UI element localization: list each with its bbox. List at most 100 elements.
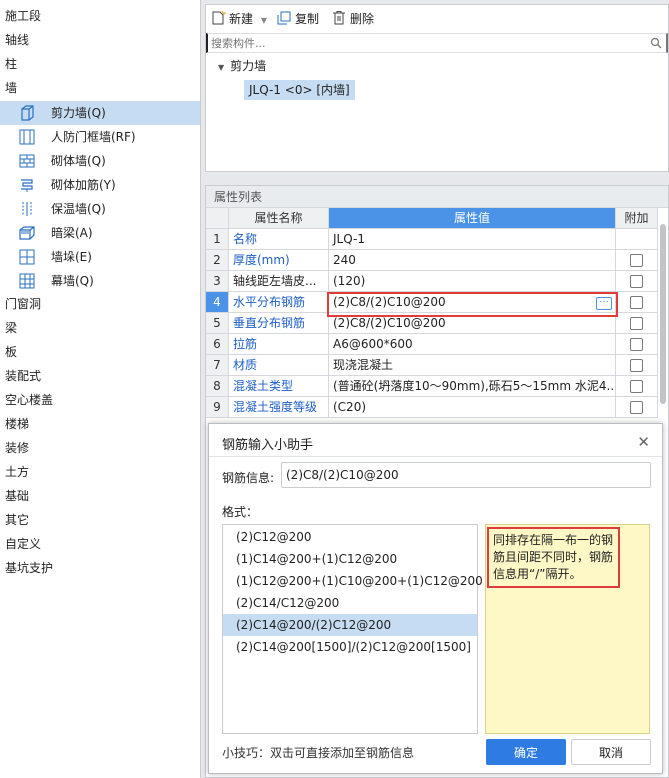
close-icon[interactable]: ✕ [637, 433, 650, 451]
header-property-name: 属性名称 [229, 208, 329, 229]
property-row[interactable]: 9 混凝土强度等级 (C20) [206, 397, 658, 418]
rebar-input-assistant-dialog: 钢筋输入小助手 ✕ 钢筋信息: 格式： (2)C12@200 (1)C14@20… [208, 423, 663, 774]
confirm-button[interactable]: 确定 [486, 739, 566, 765]
format-item[interactable]: (2)C14/C12@200 [223, 592, 477, 614]
nav-item-label: 暗梁(A) [51, 226, 93, 240]
property-name: 水平分布钢筋 [229, 292, 329, 313]
property-name: 拉筋 [229, 334, 329, 355]
property-row[interactable]: 8 混凝土类型 (普通砼(坍落度10～90mm),砾石5～15mm 水泥4... [206, 376, 658, 397]
tree-group-label: 剪力墙 [230, 59, 267, 73]
property-add-cell [616, 355, 658, 376]
property-value[interactable]: (120) [329, 271, 616, 292]
cancel-button[interactable]: 取消 [571, 739, 651, 765]
header-property-value: 属性值 [329, 208, 616, 229]
format-list[interactable]: (2)C12@200 (1)C14@200+(1)C12@200 (1)C12@… [222, 524, 483, 734]
nav-category-beam[interactable]: 梁 [5, 318, 17, 338]
chevron-down-icon[interactable]: ▼ [261, 16, 267, 25]
tip-text: 小技巧：双击可直接添加至钢筋信息 [222, 746, 415, 760]
masonry-reinforcement-icon [21, 179, 33, 192]
format-item[interactable]: (2)C12@200 [223, 526, 477, 548]
property-value[interactable]: 现浇混凝土 [329, 355, 616, 376]
format-label: 格式： [222, 505, 259, 519]
nav-category-construction-section[interactable]: 施工段 [5, 6, 41, 26]
row-number: 2 [206, 250, 229, 271]
property-value[interactable]: JLQ-1 [329, 229, 616, 250]
row-number: 7 [206, 355, 229, 376]
tree-item-jlq-1[interactable]: JLQ-1 <0> [内墙] [244, 80, 355, 100]
property-value[interactable]: A6@600*600 [329, 334, 616, 355]
nav-item-masonry-wall[interactable]: 砌体墙(Q) [0, 149, 200, 173]
nav-category-foundation[interactable]: 基础 [5, 486, 29, 506]
property-value[interactable]: (普通砼(坍落度10～90mm),砾石5～15mm 水泥4... [329, 376, 616, 397]
nav-item-civil-defense-door-wall[interactable]: 人防门框墙(RF) [0, 125, 200, 149]
property-add-cell [616, 271, 658, 292]
wall-pier-icon [19, 249, 35, 265]
add-checkbox[interactable] [630, 359, 643, 372]
nav-category-stairs[interactable]: 楼梯 [5, 414, 29, 434]
nav-category-wall[interactable]: 墙 [5, 78, 17, 98]
search-icon[interactable] [650, 37, 662, 49]
nav-item-label: 墙垛(E) [51, 250, 92, 264]
nav-item-hidden-beam[interactable]: 暗梁(A) [0, 221, 200, 245]
add-checkbox[interactable] [630, 275, 643, 288]
search-input[interactable] [206, 33, 668, 53]
format-item[interactable]: (2)C14@200[1500]/(2)C12@200[1500] [223, 636, 477, 658]
property-grid-header: 属性名称 属性值 附加 [206, 208, 658, 229]
nav-item-label: 剪力墙(Q) [51, 106, 106, 120]
tree-group-shear-wall[interactable]: ▼ 剪力墙 [218, 57, 266, 75]
nav-category-prefabricated[interactable]: 装配式 [5, 366, 41, 386]
nav-item-masonry-reinforcement[interactable]: 砌体加筋(Y) [0, 173, 200, 197]
nav-category-earthwork[interactable]: 土方 [5, 462, 29, 482]
nav-category-door-window-opening[interactable]: 门窗洞 [5, 294, 41, 314]
expand-triangle-icon[interactable]: ▼ [218, 63, 224, 72]
hidden-beam-icon [19, 226, 35, 240]
nav-item-shear-wall[interactable]: 剪力墙(Q) [0, 101, 200, 125]
delete-button[interactable]: 删除 [331, 9, 374, 29]
property-row[interactable]: 6 拉筋 A6@600*600 [206, 334, 658, 355]
shear-wall-icon [21, 105, 34, 121]
property-add-cell [616, 334, 658, 355]
nav-category-other[interactable]: 其它 [5, 510, 29, 530]
nav-category-axis[interactable]: 轴线 [5, 30, 29, 50]
new-button-label: 新建 [229, 12, 254, 26]
rebar-info-input[interactable] [281, 462, 651, 488]
nav-item-insulation-wall[interactable]: 保温墙(Q) [0, 197, 200, 221]
add-checkbox[interactable] [630, 338, 643, 351]
property-row[interactable]: 1 名称 JLQ-1 [206, 229, 658, 250]
nav-item-wall-pier[interactable]: 墙垛(E) [0, 245, 200, 269]
new-button[interactable]: 新建 ▼ [210, 9, 267, 29]
format-item[interactable]: (1)C14@200+(1)C12@200 [223, 548, 477, 570]
nav-item-curtain-wall[interactable]: 幕墙(Q) [0, 269, 200, 293]
format-hint-text: 同排存在隔一布一的钢筋且间距不同时，钢筋信息用“/”隔开。 [487, 527, 620, 588]
nav-category-decoration[interactable]: 装修 [5, 438, 29, 458]
masonry-wall-icon [19, 154, 35, 168]
civil-defense-door-wall-icon [19, 129, 35, 145]
nav-category-slab[interactable]: 板 [5, 342, 17, 362]
add-checkbox[interactable] [630, 401, 643, 414]
curtain-wall-icon [19, 273, 35, 289]
property-scrollbar[interactable] [660, 224, 666, 404]
nav-category-custom[interactable]: 自定义 [5, 534, 41, 554]
property-row[interactable]: 7 材质 现浇混凝土 [206, 355, 658, 376]
property-value[interactable]: 240 [329, 250, 616, 271]
property-value[interactable]: (C20) [329, 397, 616, 418]
nav-category-hollow-floor[interactable]: 空心楼盖 [5, 390, 53, 410]
add-checkbox[interactable] [630, 317, 643, 330]
format-item[interactable]: (1)C12@200+(1)C10@200+(1)C12@200 [223, 570, 483, 592]
row-number: 8 [206, 376, 229, 397]
row-number: 3 [206, 271, 229, 292]
header-row-number [206, 208, 229, 229]
property-row[interactable]: 3 轴线距左墙皮... (120) [206, 271, 658, 292]
add-checkbox[interactable] [630, 296, 643, 309]
add-checkbox[interactable] [630, 380, 643, 393]
format-item-selected[interactable]: (2)C14@200/(2)C12@200 [223, 614, 477, 636]
copy-button[interactable]: 复制 [276, 9, 319, 29]
nav-category-column[interactable]: 柱 [5, 54, 17, 74]
property-row[interactable]: 2 厚度(mm) 240 [206, 250, 658, 271]
ellipsis-button[interactable]: ··· [596, 297, 612, 310]
nav-category-foundation-pit-support[interactable]: 基坑支护 [5, 558, 53, 578]
nav-item-label: 保温墙(Q) [51, 202, 106, 216]
add-checkbox[interactable] [630, 254, 643, 267]
property-name: 材质 [229, 355, 329, 376]
row-number: 1 [206, 229, 229, 250]
